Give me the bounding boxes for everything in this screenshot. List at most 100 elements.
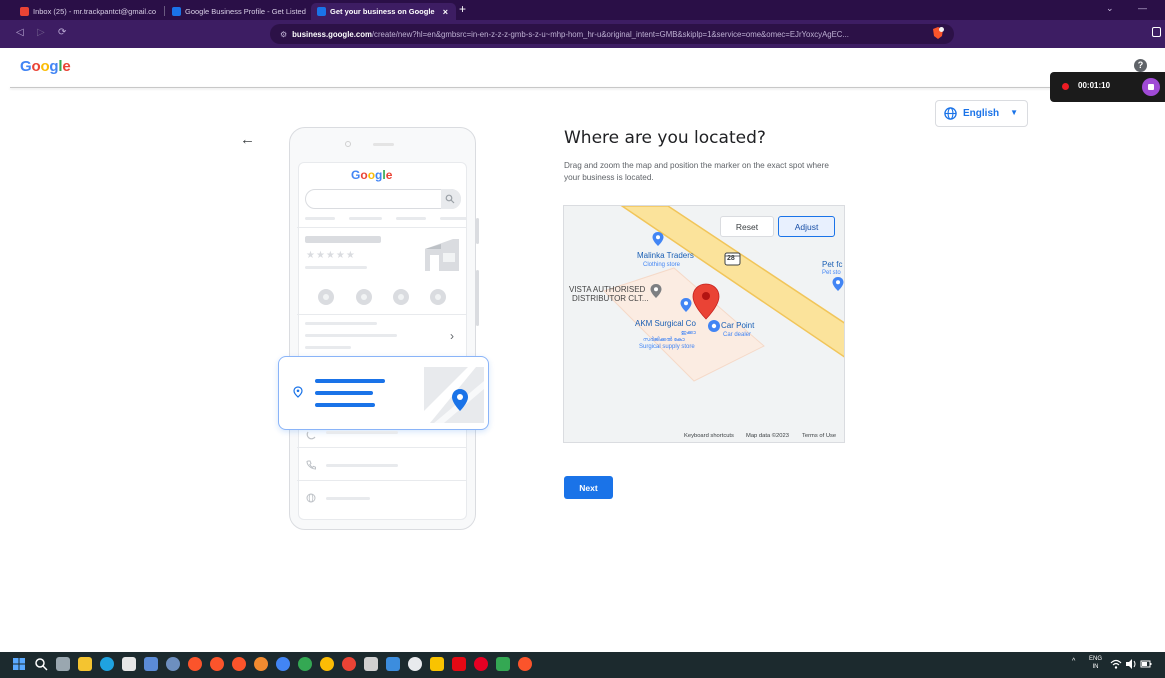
place-name[interactable]: Malinka Traders — [637, 252, 694, 260]
volume-icon[interactable] — [1125, 658, 1137, 670]
tab-business-profile[interactable]: Google Business Profile - Get Listed o — [166, 3, 306, 20]
file-explorer-icon[interactable] — [78, 657, 92, 671]
poi-marker — [708, 320, 720, 332]
browser-tab-strip: Inbox (25) - mr.trackpantct@gmail.co Goo… — [0, 0, 1165, 20]
chevron-right-icon: › — [450, 329, 454, 343]
netflix-icon[interactable] — [452, 657, 466, 671]
save-icon — [393, 289, 409, 305]
forward-button[interactable]: ▷ — [37, 27, 45, 38]
place-category: Car dealer — [723, 332, 752, 338]
sticky-notes-icon[interactable] — [430, 657, 444, 671]
placeholder-line — [326, 497, 370, 500]
stop-recording-button[interactable] — [1142, 78, 1160, 96]
map-data-attribution: Map data ©2023 — [746, 433, 789, 439]
placeholder-line — [305, 322, 377, 325]
mail-icon[interactable] — [144, 657, 158, 671]
pinterest-icon[interactable] — [474, 657, 488, 671]
language-indicator[interactable]: ENG IN — [1089, 655, 1102, 671]
recorder-app-icon[interactable] — [342, 657, 356, 671]
place-name[interactable]: VISTA AUTHORISED — [569, 286, 645, 294]
placeholder-line — [315, 391, 373, 395]
brave-shields-icon[interactable] — [931, 26, 945, 40]
minimize-button[interactable]: — — [1138, 3, 1147, 13]
brave-icon[interactable] — [188, 657, 202, 671]
header-divider — [10, 87, 1146, 88]
language-select[interactable]: English ▼ — [935, 100, 1028, 127]
screen: Inbox (25) - mr.trackpantct@gmail.co Goo… — [0, 0, 1165, 678]
next-button[interactable]: Next — [564, 476, 613, 499]
tab-label: Inbox (25) - mr.trackpantct@gmail.co — [33, 7, 157, 16]
back-button[interactable]: ◁ — [16, 27, 24, 38]
place-name[interactable]: Pet fc — [822, 261, 842, 269]
business-profile-icon — [172, 7, 181, 16]
app-icon[interactable] — [408, 657, 422, 671]
url-path: /create/new?hl=en&gmbsrc=in-en-z-z-z-gmb… — [371, 29, 849, 39]
globe-icon — [306, 493, 316, 503]
placeholder-line — [326, 431, 398, 434]
sidebar-toggle-icon[interactable] — [1152, 27, 1161, 37]
phone-icon — [306, 460, 316, 470]
store-icon[interactable] — [122, 657, 136, 671]
location-map[interactable]: Reset Adjust 28 Malinka Traders Clothing… — [563, 205, 845, 443]
brave-icon[interactable] — [210, 657, 224, 671]
windows-start-icon[interactable] — [12, 657, 26, 671]
address-bar[interactable]: ⚙ business.google.com /create/new?hl=en&… — [270, 24, 954, 44]
map-adjust-button[interactable]: Adjust — [778, 216, 835, 237]
language-value: English — [963, 108, 1000, 119]
tab-get-business-on-google[interactable]: Get your business on Google × — [311, 3, 456, 20]
chrome-icon[interactable] — [320, 657, 334, 671]
back-arrow-icon[interactable]: ← — [240, 131, 255, 148]
reload-button[interactable]: ⟳ — [58, 27, 66, 38]
tab-separator — [164, 6, 165, 16]
new-tab-button[interactable]: + — [459, 2, 466, 16]
windows-taskbar: ^ ENG IN — [0, 652, 1165, 678]
search-icon[interactable] — [34, 657, 48, 671]
chrome-icon[interactable] — [298, 657, 312, 671]
divider — [297, 480, 467, 481]
phone-side-button — [476, 218, 479, 244]
google-chat-icon[interactable] — [496, 657, 510, 671]
brave-icon[interactable] — [232, 657, 246, 671]
placeholder-line — [396, 217, 426, 220]
chevron-down-icon: ▼ — [1010, 108, 1018, 117]
phone-side-button — [476, 270, 479, 326]
placeholder-line — [440, 217, 467, 220]
settings-icon[interactable] — [166, 657, 180, 671]
website-icon — [430, 289, 446, 305]
site-info-icon[interactable]: ⚙ — [280, 30, 287, 39]
tray-overflow-icon[interactable]: ^ — [1072, 658, 1075, 665]
task-view-icon[interactable] — [56, 657, 70, 671]
map-reset-button[interactable]: Reset — [720, 216, 774, 237]
place-name[interactable]: Car Point — [721, 322, 754, 330]
phone-search-bar — [305, 189, 461, 209]
calculator-icon[interactable] — [364, 657, 378, 671]
battery-icon[interactable] — [1140, 658, 1152, 670]
screen-recorder-widget: 00:01:10 — [1050, 72, 1165, 102]
placeholder-line — [349, 217, 382, 220]
brave-icon[interactable] — [254, 657, 268, 671]
place-category: Surgical supply store — [639, 344, 695, 350]
gmail-icon — [20, 7, 29, 16]
terms-of-use-link[interactable]: Terms of Use — [802, 433, 836, 439]
remote-desktop-icon[interactable] — [386, 657, 400, 671]
brave-icon[interactable] — [518, 657, 532, 671]
storefront-icon — [425, 239, 459, 271]
search-icon — [445, 194, 455, 204]
place-name[interactable]: AKM Surgical Co — [635, 320, 696, 328]
wifi-icon[interactable] — [1110, 658, 1122, 670]
page-description: Drag and zoom the map and position the m… — [564, 161, 829, 182]
place-name[interactable]: DISTRIBUTOR CLT... — [572, 295, 649, 303]
tab-search-icon[interactable]: ⌄ — [1106, 3, 1114, 14]
tab-label: Get your business on Google — [330, 7, 435, 16]
help-icon[interactable]: ? — [1134, 59, 1147, 72]
placeholder-line — [315, 403, 375, 407]
tab-gmail-inbox[interactable]: Inbox (25) - mr.trackpantct@gmail.co — [14, 3, 162, 20]
chrome-icon[interactable] — [276, 657, 290, 671]
keyboard-shortcuts-link[interactable]: Keyboard shortcuts — [684, 433, 734, 439]
google-logo[interactable]: Google — [20, 58, 71, 75]
close-tab-icon[interactable]: × — [435, 7, 456, 17]
place-category: Pet sto — [822, 270, 841, 276]
road-shield-label: 28 — [727, 255, 735, 262]
divider — [297, 314, 467, 315]
edge-icon[interactable] — [100, 657, 114, 671]
